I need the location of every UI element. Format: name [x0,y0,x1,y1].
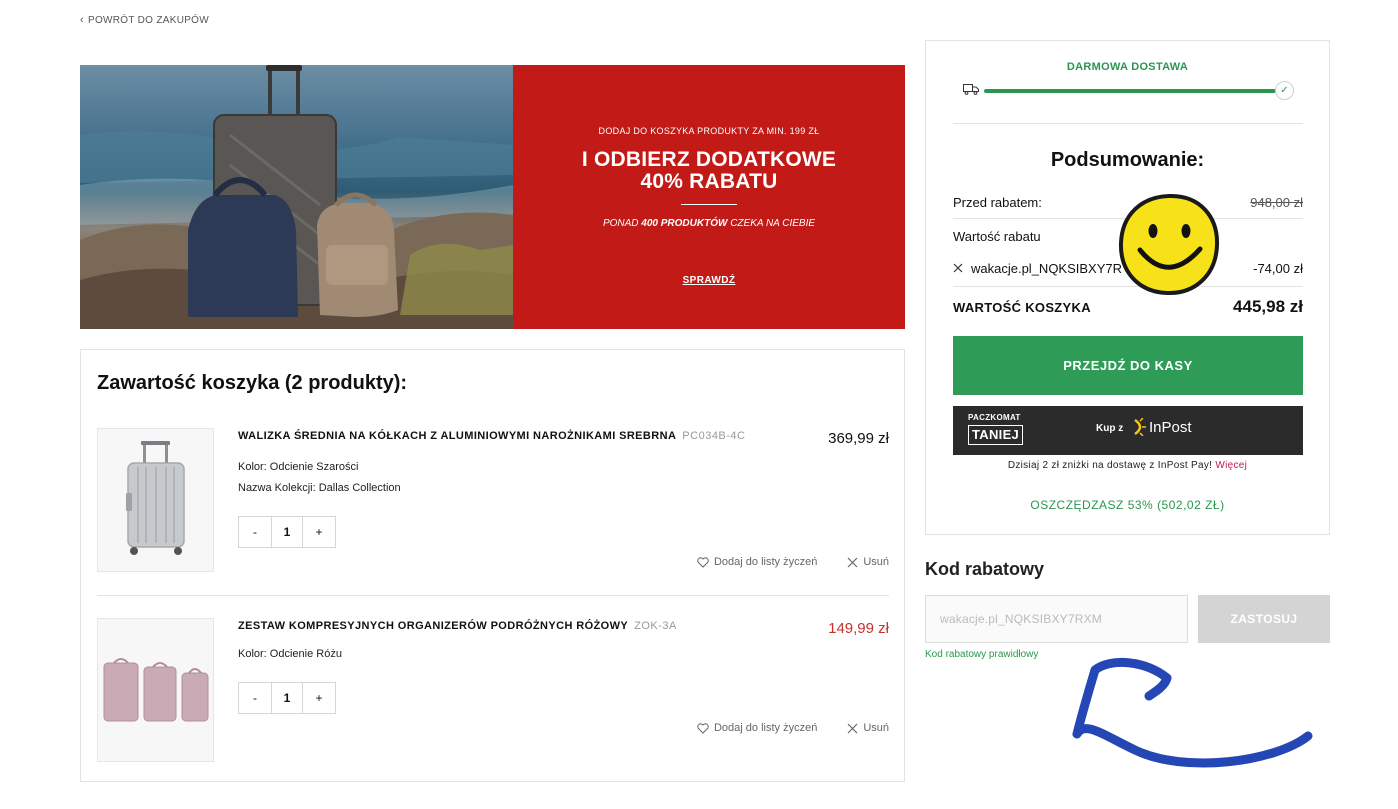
promo-check-link[interactable]: SPRAWDŹ [513,275,905,286]
more-info-link[interactable]: Więcej [1215,460,1247,471]
remove-label: Usuń [863,556,889,568]
cart-item: ZESTAW KOMPRESYJNYCH ORGANIZERÓW PODRÓŻN… [97,618,889,768]
add-to-wishlist-button[interactable]: Dodaj do listy życzeń [697,722,817,734]
item-actions: Dodaj do listy życzeń Usuń [697,722,889,734]
product-sku: ZOK-3A [634,620,677,632]
decrease-quantity-button[interactable]: - [239,683,271,713]
heart-icon [697,722,709,734]
subtotal-label: Przed rabatem: [953,194,1042,210]
add-to-wishlist-button[interactable]: Dodaj do listy życzeń [697,556,817,568]
product-image-organizers[interactable] [97,618,214,762]
paczkomat-badge: PACZKOMAT TANIEJ [968,413,1024,445]
subtotal-value: 948,00 zł [1250,194,1303,210]
quantity-value[interactable]: 1 [271,683,303,713]
promo-small-text: DODAJ DO KOSZYKA PRODUKTY ZA MIN. 199 ZŁ [598,126,820,136]
remove-item-button[interactable]: Usuń [847,722,889,734]
heart-icon [697,556,709,568]
banner-promo-panel: DODAJ DO KOSZYKA PRODUKTY ZA MIN. 199 ZŁ… [513,65,905,329]
promo-sub-bold: 400 PRODUKTÓW [641,218,728,229]
quantity-stepper: - 1 + [238,682,336,714]
applied-code-value: -74,00 zł [1253,260,1303,276]
product-color: Kolor: Odcienie Szarości [238,461,359,473]
inpost-note-text: Dzisiaj 2 zł zniżki na dostawę z InPost … [1007,460,1213,471]
promo-divider [681,204,737,205]
total-label: WARTOŚĆ KOSZYKA [953,299,1091,315]
taniej-label: TANIEJ [968,425,1024,445]
product-sku: PC034B-4C [682,430,746,442]
product-name-text: ZESTAW KOMPRESYJNYCH ORGANIZERÓW PODRÓŻN… [238,620,629,632]
promo-headline-line1: I ODBIERZ DODATKOWE [581,148,837,171]
promo-headline-line2: 40% RABATU [640,170,778,193]
check-icon: ✓ [1275,81,1294,100]
promo-banner[interactable]: DODAJ DO KOSZYKA PRODUKTY ZA MIN. 199 ZŁ… [80,65,905,329]
savings-text: OSZCZĘDZASZ 53% (502,02 ZŁ) [1030,498,1225,512]
cart-item: WALIZKA ŚREDNIA NA KÓŁKACH Z ALUMINIOWYM… [97,428,889,596]
smiley-face-icon [1118,193,1220,296]
quantity-value[interactable]: 1 [271,517,303,547]
close-icon [847,723,858,733]
promo-sub-post: CZEKA NA CIEBIE [727,218,816,229]
close-icon [847,557,858,567]
arrow-annotation-icon [1072,657,1313,768]
product-name[interactable]: WALIZKA ŚREDNIA NA KÓŁKACH Z ALUMINIOWYM… [238,430,746,442]
divider [953,123,1303,124]
back-link-label: POWRÓT DO ZAKUPÓW [87,14,209,26]
inpost-brand-text: InPost [1149,418,1192,436]
decrease-quantity-button[interactable]: - [239,517,271,547]
increase-quantity-button[interactable]: + [303,517,335,547]
promo-subtext: PONAD 400 PRODUKTÓW CZEKA NA CIEBIE [513,218,905,229]
inpost-logo: InPost [1133,418,1192,436]
checkout-button[interactable]: PRZEJDŹ DO KASY [953,336,1303,395]
product-price: 369,99 zł [828,430,889,447]
increase-quantity-button[interactable]: + [303,683,335,713]
cart-title: Zawartość koszyka (2 produkty): [97,372,408,394]
inpost-sun-icon [1134,418,1146,436]
product-name[interactable]: ZESTAW KOMPRESYJNYCH ORGANIZERÓW PODRÓŻN… [238,620,677,632]
promo-sub-pre: PONAD [602,218,642,229]
buy-with-label: Kup z [1096,423,1124,434]
quantity-stepper: - 1 + [238,516,336,548]
discount-code-input[interactable]: wakacje.pl_NQKSIBXY7RXM [925,595,1188,643]
product-image-suitcase[interactable] [97,428,214,572]
apply-code-button[interactable]: ZASTOSUJ [1198,595,1330,643]
item-actions: Dodaj do listy życzeń Usuń [697,556,889,568]
chevron-left-icon: ‹ [80,14,84,26]
product-collection: Nazwa Kolekcji: Dallas Collection [238,482,401,494]
shipping-progress-bar [984,89,1276,93]
remove-code-icon[interactable] [953,263,963,273]
remove-item-button[interactable]: Usuń [847,556,889,568]
code-valid-message: Kod rabatowy prawidłowy [925,649,1039,660]
applied-code: wakacje.pl_NQKSIBXY7R [953,261,1122,276]
free-shipping-label: DARMOWA DOSTAWA [1066,61,1189,73]
discount-code-title: Kod rabatowy [925,559,1045,579]
total-value: 445,98 zł [1233,297,1303,316]
wishlist-label: Dodaj do listy życzeń [713,722,818,734]
discount-label: Wartość rabatu [953,228,1041,244]
cart-contents: Zawartość koszyka (2 produkty): WALIZKA … [80,349,905,782]
inpost-pay-button[interactable]: PACZKOMAT TANIEJ Kup z InPost [953,406,1303,455]
wishlist-label: Dodaj do listy życzeń [713,556,818,568]
back-to-shopping-link[interactable]: ‹ POWRÓT DO ZAKUPÓW [80,14,209,26]
banner-luggage-photo [80,65,513,329]
paczkomat-label: PACZKOMAT [968,413,1021,422]
summary-title: Podsumowanie: [1050,149,1205,171]
remove-label: Usuń [863,722,889,734]
product-name-text: WALIZKA ŚREDNIA NA KÓŁKACH Z ALUMINIOWYM… [238,430,677,442]
inpost-promo-note: Dzisiaj 2 zł zniżki na dostawę z InPost … [926,460,1329,471]
total-row: WARTOŚĆ KOSZYKA 445,98 zł [953,296,1303,318]
product-price: 149,99 zł [828,620,889,637]
truck-icon [963,84,979,95]
promo-headline: I ODBIERZ DODATKOWE 40% RABATU [513,149,905,193]
product-color: Kolor: Odcienie Różu [238,648,342,660]
applied-code-text: wakacje.pl_NQKSIBXY7R [971,260,1123,276]
